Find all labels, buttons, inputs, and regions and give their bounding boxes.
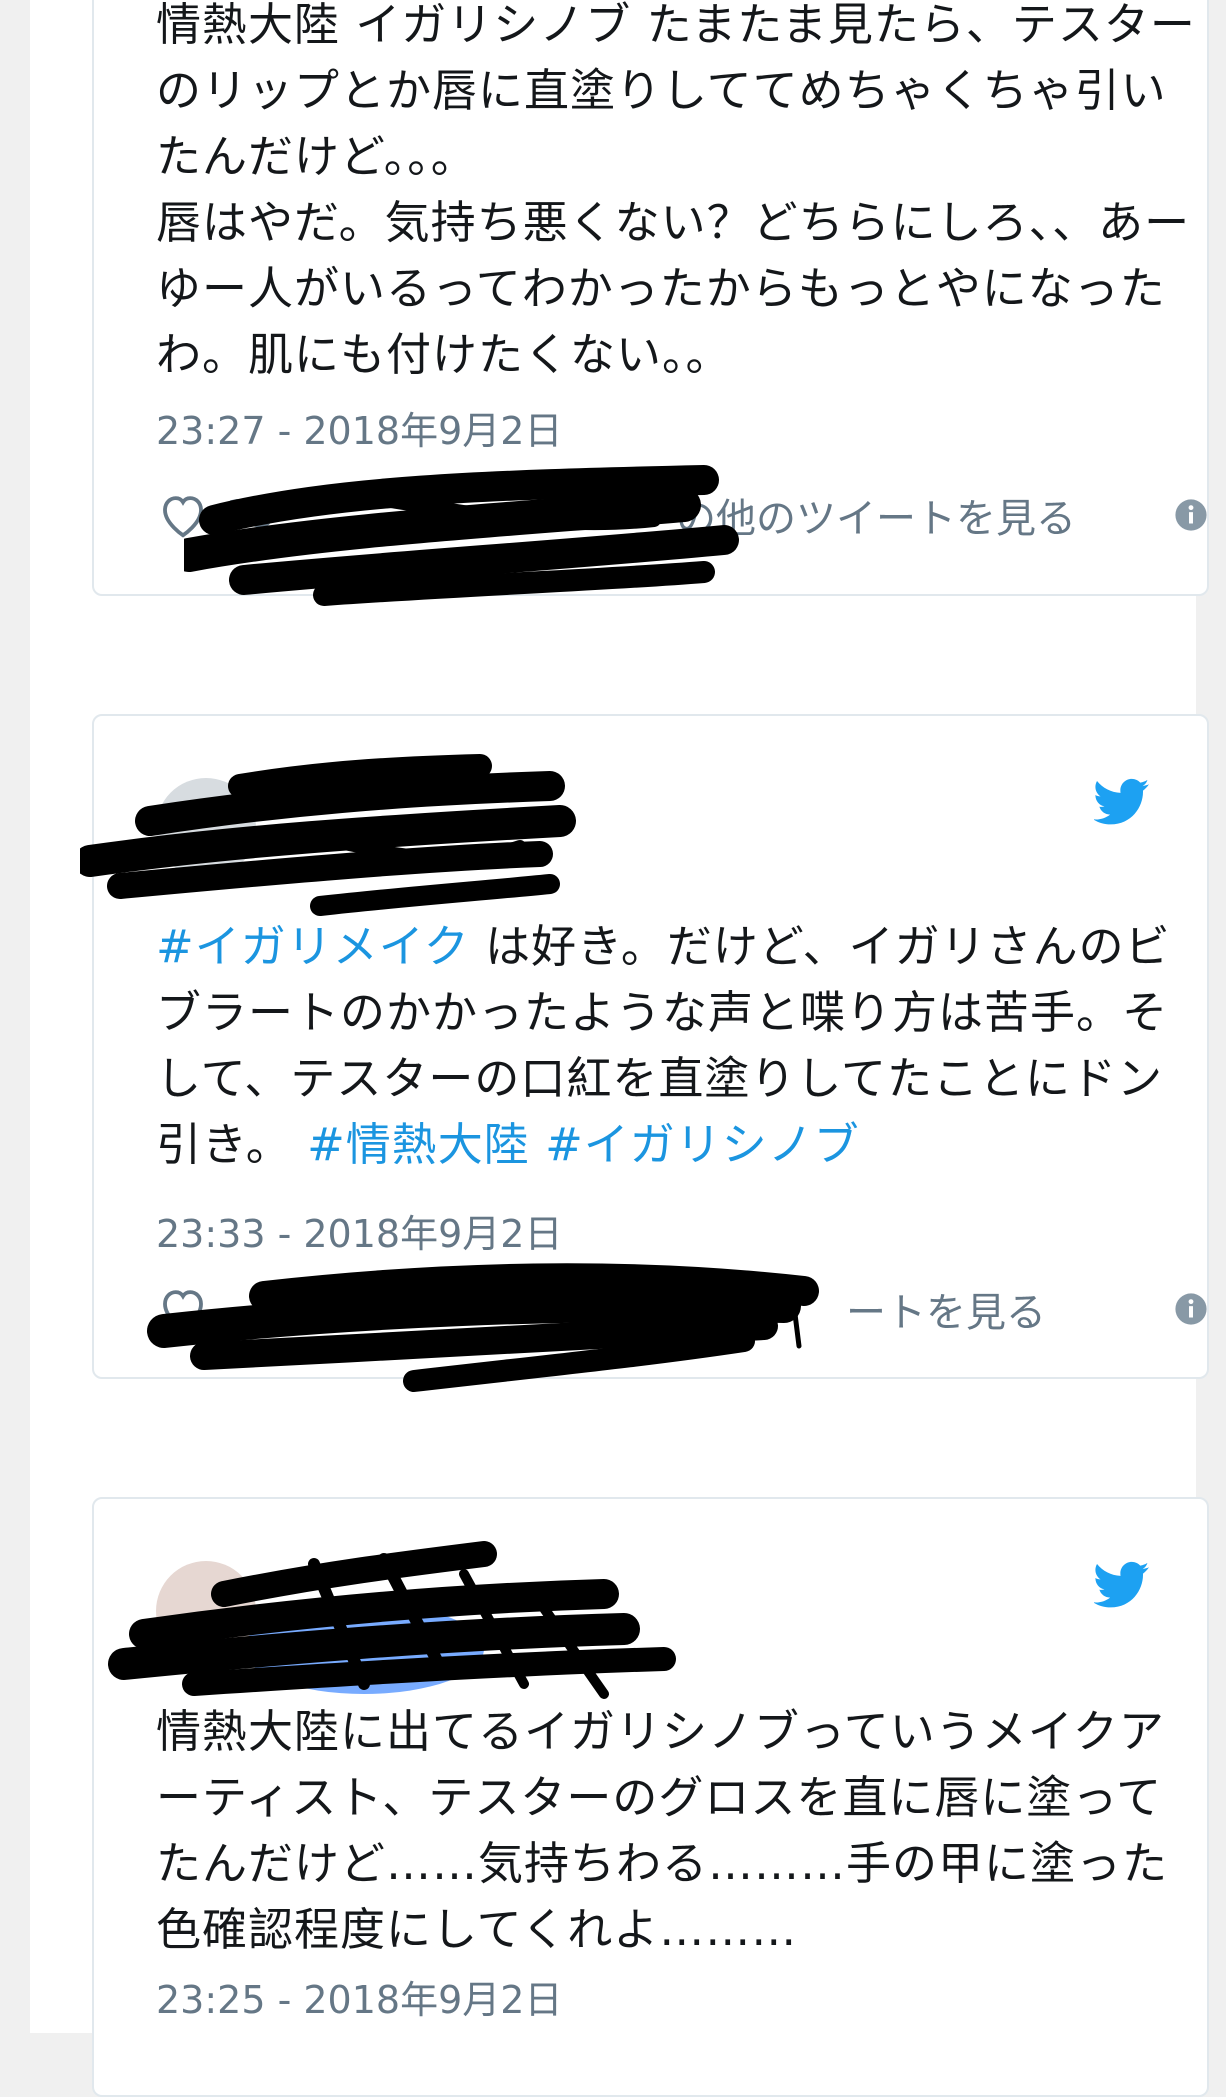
tweet-author[interactable]: [156, 766, 856, 906]
tweet-card[interactable]: #イガリメイク は好き。だけど、イガリさんのビブラートのかかったような声と喋り方…: [80, 714, 1209, 1392]
heart-icon[interactable]: [156, 1282, 210, 1336]
twitter-bird-icon[interactable]: [1094, 1561, 1150, 1609]
hashtag-link[interactable]: #イガリシノブ: [545, 1118, 860, 1171]
tweet-timestamp[interactable]: 23:33 - 2018年9月2日: [156, 1203, 562, 1258]
twitter-bird-icon[interactable]: [1094, 778, 1150, 826]
tweet-author[interactable]: [156, 1549, 856, 1689]
tweet-actions: 13 の他のツイートを見る: [156, 488, 1207, 548]
more-tweets-link[interactable]: ートを見る: [846, 1280, 1046, 1338]
tweet-timestamp[interactable]: 23:25 - 2018年9月2日: [156, 1969, 562, 2024]
tweet-text: 情熱大陸 イガリシノブ たまたま見たら、テスターのリップとか唇に直塗りしててめち…: [156, 0, 1196, 381]
tweet-text: 情熱大陸に出てるイガリシノブっていうメイクアーティスト、テスターのグロスを直に唇…: [156, 1705, 1169, 1956]
tweet-actions: ートを見る: [156, 1282, 1207, 1342]
hashtag-link[interactable]: #情熱大陸: [307, 1118, 530, 1171]
info-icon[interactable]: [1174, 1292, 1208, 1326]
heart-icon[interactable]: [156, 488, 210, 542]
more-tweets-link[interactable]: の他のツイートを見る: [676, 486, 1076, 544]
tweet-card[interactable]: 情熱大陸 イガリシノブ たまたま見たら、テスターのリップとか唇に直塗りしててめち…: [92, 0, 1209, 606]
avatar[interactable]: [156, 1561, 256, 1661]
tweet-card[interactable]: 情熱大陸に出てるイガリシノブっていうメイクアーティスト、テスターのグロスを直に唇…: [92, 1497, 1209, 2097]
avatar[interactable]: [156, 778, 256, 878]
tweet-timestamp[interactable]: 23:27 - 2018年9月2日: [156, 400, 562, 455]
info-icon[interactable]: [1174, 498, 1208, 532]
tweet-text: #イガリメイク は好き。だけど、イガリさんのビブラートのかかったような声と喋り方…: [156, 920, 1171, 1171]
like-count: 13: [226, 492, 275, 536]
hashtag-link[interactable]: #イガリメイク: [156, 920, 470, 973]
embedded-tweets-page: 情熱大陸 イガリシノブ たまたま見たら、テスターのリップとか唇に直塗りしててめち…: [30, 0, 1209, 2097]
